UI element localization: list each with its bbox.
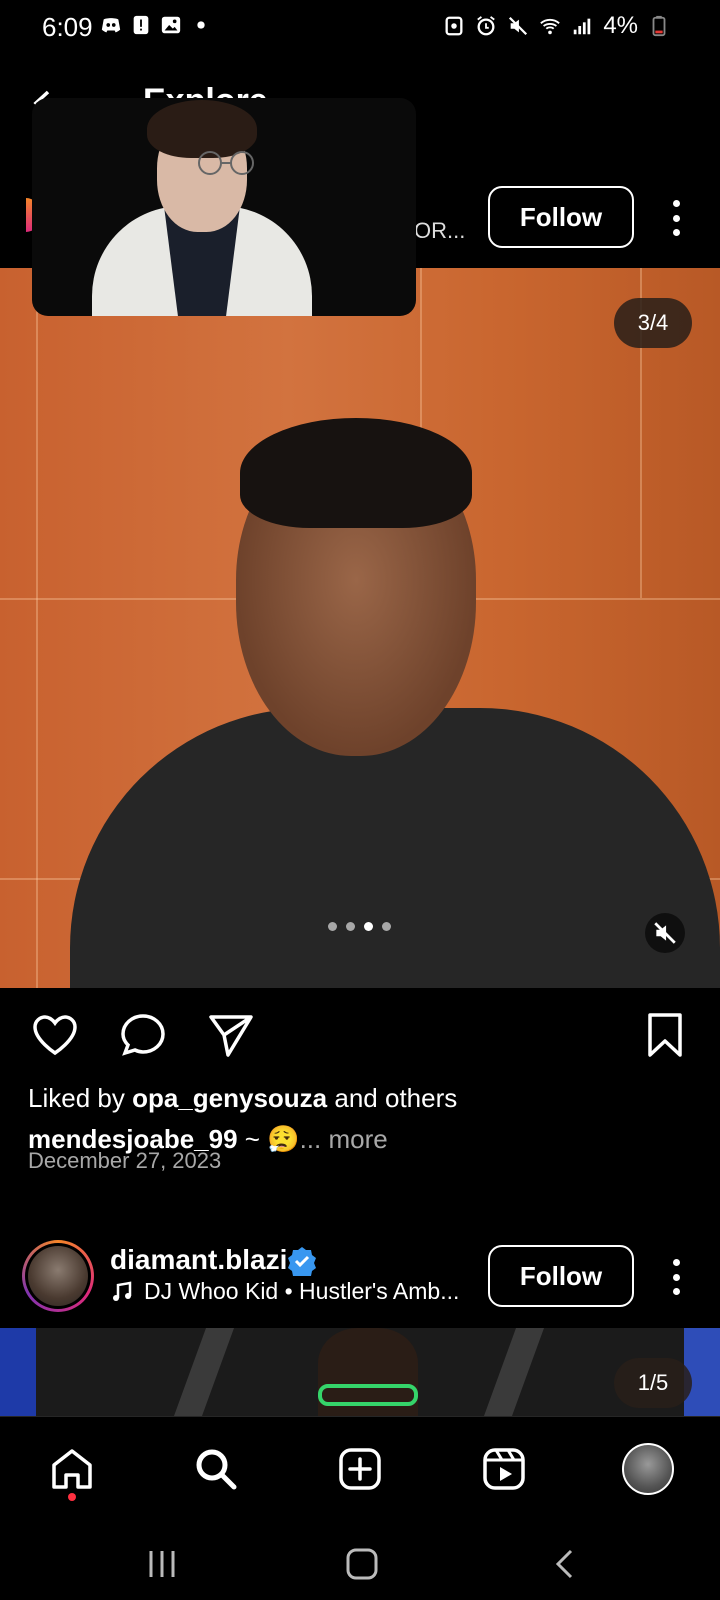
post1-follow-button[interactable]: Follow: [488, 186, 634, 248]
status-bar: 6:09 4%: [0, 0, 720, 52]
post1-image[interactable]: 3/4: [0, 268, 720, 988]
nav-home[interactable]: [44, 1441, 100, 1497]
recent-apps-button[interactable]: [140, 1542, 184, 1586]
back-system-button[interactable]: [544, 1542, 588, 1586]
post2-follow-button[interactable]: Follow: [488, 1245, 634, 1307]
share-send-icon[interactable]: [206, 1010, 256, 1060]
system-navigation-bar: [0, 1526, 720, 1600]
post1-more-options-icon[interactable]: [670, 200, 682, 236]
back-chevron-icon: [555, 1549, 573, 1579]
nav-create[interactable]: [332, 1441, 388, 1497]
alert-icon: [133, 15, 149, 35]
carousel-indicator: [328, 922, 391, 931]
home-notification-dot: [68, 1493, 76, 1501]
gallery-icon: [161, 16, 181, 34]
signal-icon: [574, 18, 591, 35]
battery-icon: [652, 15, 666, 37]
carousel-dot-active: [364, 922, 373, 931]
nfc-icon: [445, 16, 463, 36]
verified-badge-icon: [288, 1247, 316, 1276]
liked-prefix: Liked by: [28, 1083, 125, 1113]
status-left-icons: [100, 14, 212, 36]
search-icon: [196, 1449, 237, 1490]
liked-suffix[interactable]: and others: [334, 1083, 457, 1113]
pip-video-player[interactable]: [32, 98, 416, 316]
save-bookmark-icon[interactable]: [640, 1010, 690, 1060]
comment-icon[interactable]: [118, 1010, 168, 1060]
photo-shirt: [70, 708, 720, 988]
recent-apps-icon: [149, 1551, 175, 1577]
nav-profile[interactable]: [620, 1441, 676, 1497]
reels-icon: [483, 1448, 525, 1490]
post2-username[interactable]: diamant.blazi: [110, 1244, 287, 1276]
caption-text: ~ 😮‍💨: [244, 1124, 300, 1154]
home-square-icon: [346, 1548, 378, 1580]
music-note-icon: [113, 1281, 132, 1301]
post1-image-counter: 3/4: [614, 298, 692, 348]
nav-reels[interactable]: [476, 1441, 532, 1497]
post-date: December 27, 2023: [28, 1148, 222, 1173]
post2-image-counter: 1/5: [614, 1358, 692, 1408]
post2-image[interactable]: 1/5: [0, 1328, 720, 1416]
liked-user-link[interactable]: opa_genysouza: [132, 1083, 327, 1113]
post2-music-line[interactable]: DJ Whoo Kid • Hustler's Amb...: [110, 1278, 459, 1305]
post2-avatar[interactable]: [22, 1240, 94, 1312]
bottom-navigation: [0, 1416, 720, 1526]
status-time: 6:09: [42, 12, 93, 42]
post1-username-truncated[interactable]: OR...: [414, 218, 465, 244]
carousel-dot: [328, 922, 337, 931]
nav-search[interactable]: [188, 1441, 244, 1497]
wifi-icon: [540, 18, 561, 35]
profile-avatar: [622, 1443, 674, 1495]
carousel-dot: [382, 922, 391, 931]
caption-more-link[interactable]: ... more: [300, 1124, 388, 1154]
music-track-label: DJ Whoo Kid • Hustler's Amb...: [144, 1278, 460, 1304]
discord-icon: [101, 18, 121, 33]
home-icon: [52, 1449, 92, 1489]
alarm-icon: [477, 16, 496, 36]
status-right-icons: 4%: [443, 12, 670, 40]
photo-hair: [240, 418, 472, 528]
post2-more-options-icon[interactable]: [670, 1259, 682, 1295]
home-system-button[interactable]: [340, 1542, 384, 1586]
glasses-graphic: [198, 151, 254, 175]
speaker-muted-icon: [654, 922, 676, 944]
mute-toggle-button[interactable]: [645, 913, 685, 953]
likes-line: Liked by opa_genysouza and others: [28, 1083, 457, 1114]
like-heart-icon[interactable]: [30, 1010, 80, 1060]
battery-text: 4%: [603, 12, 638, 39]
create-icon: [339, 1448, 381, 1490]
dot-icon: [197, 21, 205, 29]
mute-icon: [509, 16, 528, 36]
carousel-dot: [346, 922, 355, 931]
